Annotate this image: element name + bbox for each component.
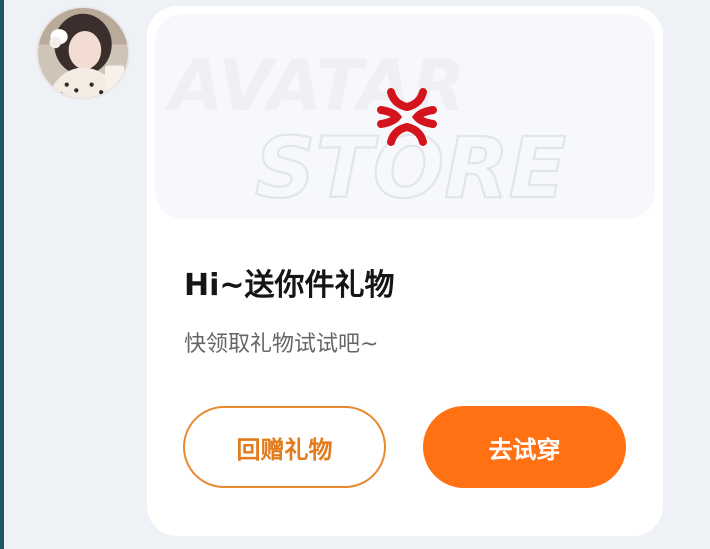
window-edge — [0, 0, 4, 549]
try-on-button[interactable]: 去试穿 — [423, 406, 626, 488]
gift-title: Hi~送你件礼物 — [184, 268, 395, 303]
sender-avatar[interactable] — [36, 6, 130, 100]
avatar-store-banner: AVATAR STORE — [155, 14, 655, 219]
gift-card: AVATAR STORE Hi~送你件礼物 快领取礼物试试吧~ 回赠礼物 去试穿 — [147, 6, 663, 536]
return-gift-button[interactable]: 回赠礼物 — [183, 406, 386, 488]
return-gift-label: 回赠礼物 — [236, 435, 333, 464]
angry-vein-icon — [377, 88, 437, 146]
try-on-label: 去试穿 — [488, 435, 561, 464]
avatar-image — [38, 8, 128, 98]
gift-subtitle: 快领取礼物试试吧~ — [184, 332, 379, 357]
